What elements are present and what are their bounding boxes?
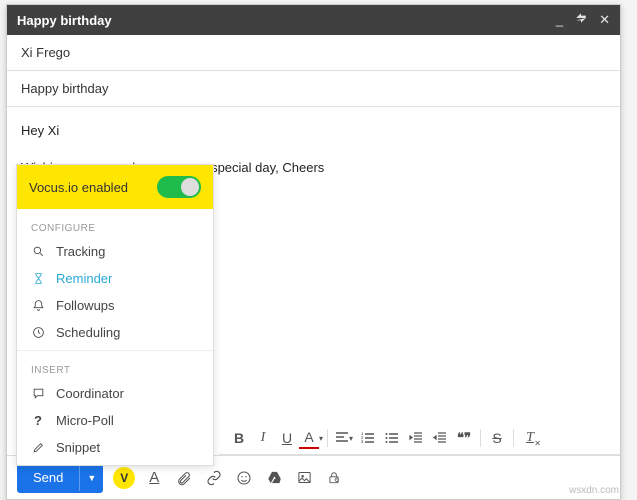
reminder-item[interactable]: Reminder	[17, 265, 213, 292]
numberlist-button[interactable]: 123	[356, 427, 380, 449]
watermark: wsxdn.com	[569, 485, 619, 496]
compose-title: Happy birthday	[17, 13, 112, 28]
compose-tools: V A	[113, 467, 345, 489]
indent-button[interactable]	[428, 427, 452, 449]
snippet-item[interactable]: Snippet	[17, 434, 213, 461]
bell-icon	[31, 299, 45, 313]
textformat-button[interactable]: A	[143, 467, 165, 489]
chat-icon	[31, 387, 45, 401]
align-button[interactable]: ▾	[332, 427, 356, 449]
strike-button[interactable]: S	[485, 427, 509, 449]
lock-icon[interactable]	[323, 467, 345, 489]
send-button[interactable]: Send	[17, 462, 79, 493]
separator	[513, 429, 514, 447]
photo-icon[interactable]	[293, 467, 315, 489]
svg-text:3: 3	[361, 439, 364, 444]
reminder-label: Reminder	[56, 271, 112, 286]
send-more-button[interactable]: ▼	[79, 465, 103, 491]
clock-icon	[31, 326, 45, 340]
close-icon[interactable]: ✕	[599, 12, 610, 28]
tracking-label: Tracking	[56, 244, 105, 259]
outdent-button[interactable]	[404, 427, 428, 449]
textcolor-button[interactable]: A ▾	[299, 427, 323, 449]
coordinator-item[interactable]: Coordinator	[17, 380, 213, 407]
link-icon[interactable]	[203, 467, 225, 489]
micropoll-item[interactable]: ? Micro-Poll	[17, 407, 213, 434]
snippet-label: Snippet	[56, 440, 100, 455]
subject-field[interactable]: Happy birthday	[7, 71, 620, 107]
vocus-button[interactable]: V	[113, 467, 135, 489]
clearformat-button[interactable]: T✕	[518, 427, 542, 449]
bold-button[interactable]: B	[227, 427, 251, 449]
drive-icon[interactable]	[263, 467, 285, 489]
vocus-header: Vocus.io enabled	[17, 165, 213, 209]
expand-icon[interactable]	[575, 12, 587, 28]
vocus-configure-section: CONFIGURE Tracking Reminder Followups Sc…	[17, 209, 213, 350]
hourglass-icon	[31, 272, 45, 286]
separator	[327, 429, 328, 447]
body-greeting: Hey Xi	[21, 121, 606, 142]
compose-header: Happy birthday _ ✕	[7, 5, 620, 35]
vocus-panel: Vocus.io enabled CONFIGURE Tracking Remi…	[16, 164, 214, 466]
insert-label: INSERT	[17, 359, 213, 380]
search-icon	[31, 245, 45, 259]
italic-button[interactable]: I	[251, 427, 275, 449]
coordinator-label: Coordinator	[56, 386, 124, 401]
tracking-item[interactable]: Tracking	[17, 238, 213, 265]
window-controls: _ ✕	[556, 12, 610, 28]
micropoll-label: Micro-Poll	[56, 413, 114, 428]
emoji-icon[interactable]	[233, 467, 255, 489]
question-icon: ?	[31, 414, 45, 428]
scheduling-label: Scheduling	[56, 325, 120, 340]
recipient-field[interactable]: Xi Frego	[7, 35, 620, 71]
followups-label: Followups	[56, 298, 115, 313]
followups-item[interactable]: Followups	[17, 292, 213, 319]
minimize-icon[interactable]: _	[556, 12, 563, 28]
attach-icon[interactable]	[173, 467, 195, 489]
format-toolbar: B I U A ▾ ▾ 123 ❝❞ S T✕	[219, 422, 620, 455]
vocus-toggle[interactable]	[157, 176, 201, 198]
separator	[480, 429, 481, 447]
scheduling-item[interactable]: Scheduling	[17, 319, 213, 346]
configure-label: CONFIGURE	[17, 217, 213, 238]
send-button-group: Send ▼	[17, 462, 103, 493]
vocus-title: Vocus.io enabled	[29, 180, 128, 195]
underline-button[interactable]: U	[275, 427, 299, 449]
quote-button[interactable]: ❝❞	[452, 427, 476, 449]
bulletlist-button[interactable]	[380, 427, 404, 449]
pencil-icon	[31, 441, 45, 455]
vocus-insert-section: INSERT Coordinator ? Micro-Poll Snippet	[17, 350, 213, 465]
